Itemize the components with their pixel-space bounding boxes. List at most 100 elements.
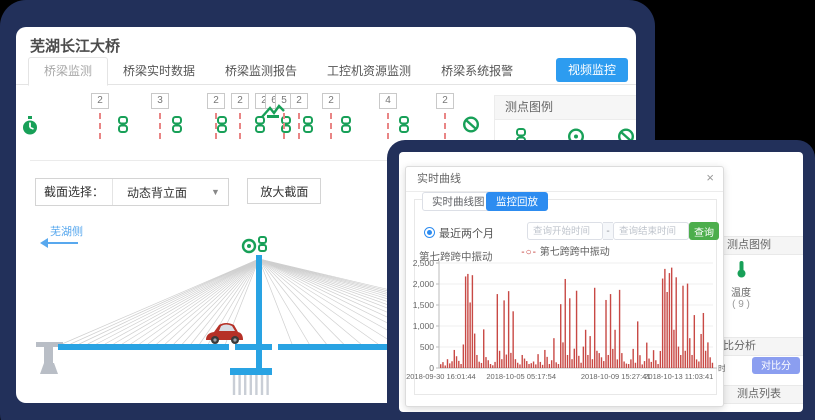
bar [698,361,699,368]
bar [639,355,640,368]
x-tick-label: 2018-10-13 11:03:41 [644,372,713,381]
bar [508,291,509,368]
bar [488,360,489,368]
bar [592,359,593,368]
y-tick-label: 2,000 [413,279,435,289]
caret-down-icon[interactable]: ▼ [211,187,228,197]
x-tick-label: 2018-09-30 16:01:44 [406,372,476,381]
end-time-input[interactable] [613,222,689,240]
section-select-label: 截面选择： [36,179,113,205]
bar [605,300,606,368]
x-tick-label: 2018-10-09 15:27:41 [581,372,651,381]
chain-link-icon[interactable] [171,116,184,138]
bar [628,364,629,368]
compare-analysis-button[interactable]: 对比分析 [752,357,800,374]
bar [583,347,584,368]
bar [680,355,681,368]
overlay-window: 测点图例 温度 ( 9 ) 对比分析 对比分析 测点列表 [399,152,803,412]
sensor-marker-line [387,113,389,139]
main-tab-1[interactable]: 桥梁实时数据 [108,58,210,85]
bar [576,291,577,368]
bar [472,275,473,368]
bar [522,355,523,368]
chain-link-icon[interactable] [117,116,130,138]
no-entry-icon[interactable] [463,116,480,138]
bar [537,354,538,368]
enlarge-section-button[interactable]: 放大截面 [247,178,321,204]
tab-realtime-curve[interactable]: 实时曲线图 [422,192,495,211]
sensor-count-badge: 2 [231,93,249,109]
bar [481,363,482,368]
bar [705,351,706,368]
bar [456,356,457,368]
bar [503,300,504,368]
sensor-count-badge: 2 [436,93,454,109]
tab-monitor-playback[interactable]: 监控回放 [486,192,548,211]
bar [526,361,527,368]
main-tabbar: 桥梁监测桥梁实时数据桥梁监测报告工控机资源监测桥梁系统报警 [16,57,636,85]
bar [519,364,520,368]
query-button[interactable]: 查询 [689,222,719,240]
y-tick-label: 2,500 [413,258,435,268]
bar [533,361,534,368]
bar [696,359,697,368]
bar [587,355,588,368]
bar [485,357,486,368]
screenshot-canvas: 芜湖长江大桥 桥梁监测桥梁实时数据桥梁监测报告工控机资源监测桥梁系统报警 视频监… [0,0,815,420]
bar [608,355,609,368]
chain-link-icon[interactable] [216,116,229,138]
radio-last-two-months[interactable] [424,227,435,238]
chain-link-icon[interactable] [398,116,411,138]
bar [662,279,663,368]
chain-link-icon[interactable] [340,116,353,138]
modal-title: 实时曲线 [406,167,723,192]
start-time-input[interactable] [527,222,603,240]
main-tab-0[interactable]: 桥梁监测 [28,57,108,86]
bar [589,336,590,368]
sensor-marker-line [298,113,300,139]
bar [465,276,466,368]
sensor-count-badge: 3 [151,93,169,109]
bar [569,298,570,368]
section-select[interactable]: 动态背立面 [113,184,211,201]
bar [644,361,645,368]
main-tab-4[interactable]: 桥梁系统报警 [426,58,528,85]
vibration-chart: 05001,0001,5002,0002,5002018-09-30 16:01… [406,257,725,392]
legend-item-temperature[interactable]: 温度 ( 9 ) [721,260,761,310]
bar [660,351,661,368]
anemometer-icon[interactable] [243,240,255,252]
bar [483,329,484,368]
main-tab-3[interactable]: 工控机资源监测 [312,58,426,85]
chain-link-icon[interactable] [280,116,293,138]
bar [565,279,566,368]
chain-link-icon[interactable] [259,237,266,251]
main-tab-2[interactable]: 桥梁监测报告 [210,58,312,85]
video-monitor-button[interactable]: 视频监控 [556,58,628,82]
bar [689,338,690,368]
chain-link-icon[interactable] [302,116,315,138]
bar [476,355,477,368]
stopwatch-icon[interactable] [22,116,38,141]
bar [578,356,579,368]
bar [657,364,658,368]
sensor-count-badge: 2 [322,93,340,109]
bar [694,315,695,368]
bar [571,359,572,368]
sensor-marker-line [283,113,285,139]
sensor-marker-line [99,113,101,139]
bar [501,359,502,368]
bar [709,357,710,368]
section-controls: 截面选择： 动态背立面 ▼ 放大截面 [35,178,321,206]
bar [601,357,602,368]
bar [635,363,636,368]
bar [544,350,545,368]
bar [515,359,516,368]
sensor-marker-line [239,113,241,139]
chart-bars [440,268,713,368]
close-icon[interactable]: × [706,171,714,185]
bar [454,350,455,368]
bar [551,360,552,368]
bar [678,347,679,368]
bar [685,351,686,368]
sensor-marker-line [444,113,446,139]
